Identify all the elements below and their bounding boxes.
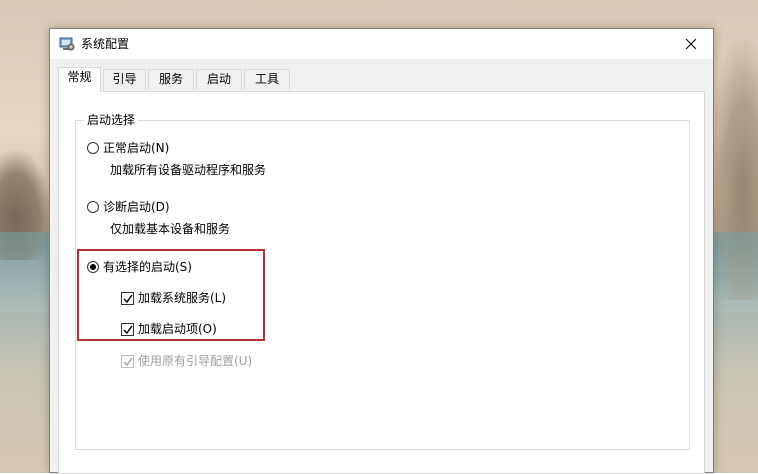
title-bar[interactable]: 系统配置 xyxy=(50,29,713,59)
radio-selective-label: 有选择的启动(S) xyxy=(103,260,192,274)
checkmark-icon xyxy=(123,357,133,366)
radio-diagnostic-indicator[interactable] xyxy=(87,201,99,213)
checkbox-load-system-services-box[interactable] xyxy=(121,291,134,305)
radio-diagnostic-label: 诊断启动(D) xyxy=(103,200,170,214)
radio-normal-label: 正常启动(N) xyxy=(103,141,170,155)
checkbox-load-startup-items[interactable]: 加载启动项(O) xyxy=(121,321,217,337)
tab-boot[interactable]: 引导 xyxy=(103,69,146,90)
system-config-dialog: 系统配置 常规 引导 服务 启动 工具 启动选择 xyxy=(49,28,714,474)
radio-normal-indicator[interactable] xyxy=(87,142,99,154)
checkbox-use-original-boot-config-box xyxy=(121,354,134,368)
checkmark-icon xyxy=(123,325,133,334)
checkbox-use-original-boot-config: 使用原有引导配置(U) xyxy=(121,353,252,369)
radio-selective-startup[interactable]: 有选择的启动(S) xyxy=(87,259,192,275)
radio-diagnostic-startup[interactable]: 诊断启动(D) xyxy=(87,199,170,215)
load-startup-items-label: 加载启动项(O) xyxy=(138,322,217,336)
normal-startup-description: 加载所有设备驱动程序和服务 xyxy=(110,163,267,177)
checkbox-load-system-services[interactable]: 加载系统服务(L) xyxy=(121,290,226,306)
diagnostic-startup-description: 仅加载基本设备和服务 xyxy=(110,222,231,236)
tab-services[interactable]: 服务 xyxy=(148,69,194,90)
radio-normal-startup[interactable]: 正常启动(N) xyxy=(87,140,169,156)
window-title: 系统配置 xyxy=(81,37,130,51)
close-button[interactable] xyxy=(669,29,713,59)
use-original-boot-config-label: 使用原有引导配置(U) xyxy=(138,354,253,368)
checkmark-icon xyxy=(123,294,133,303)
load-system-services-label: 加载系统服务(L) xyxy=(138,291,227,305)
close-icon xyxy=(685,38,697,50)
radio-selective-indicator[interactable] xyxy=(87,261,99,273)
tab-general[interactable]: 常规 xyxy=(58,67,101,92)
checkbox-load-startup-items-box[interactable] xyxy=(121,322,134,336)
tab-tools[interactable]: 工具 xyxy=(244,69,290,90)
system-config-app-icon xyxy=(59,36,75,52)
tab-startup[interactable]: 启动 xyxy=(196,69,242,90)
group-title: 启动选择 xyxy=(84,112,139,128)
